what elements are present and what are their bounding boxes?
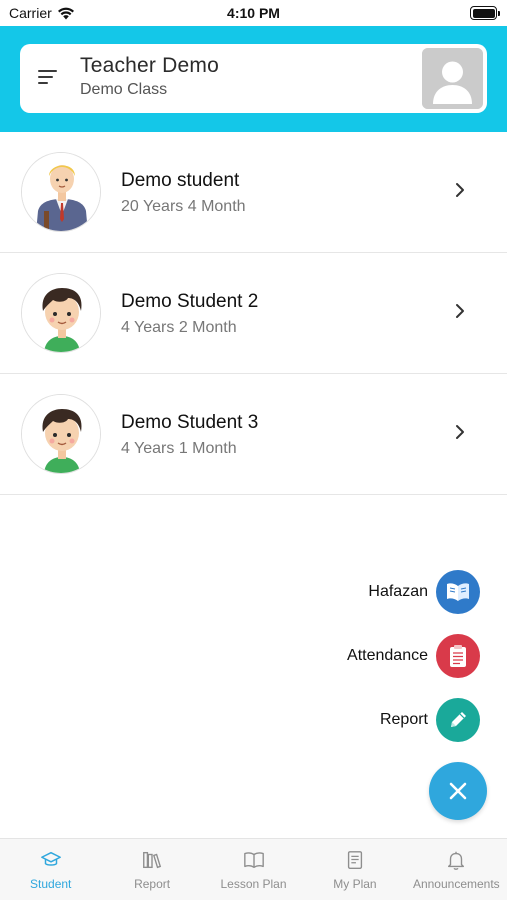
tab-lesson-plan-label: Lesson Plan [220,877,287,891]
student-age: 20 Years 4 Month [121,198,246,215]
boy-avatar-icon [22,274,100,352]
fab-hafazan-label: Hafazan [368,583,428,600]
student-age: 4 Years 2 Month [121,319,237,336]
student-name: Demo Student 3 [121,412,259,433]
student-row[interactable]: Demo Student 2 4 Years 2 Month [0,253,507,374]
pencil-icon[interactable] [436,698,480,742]
fab-report[interactable]: Report [380,698,480,742]
quran-book-icon[interactable] [436,570,480,614]
user-placeholder-icon [422,48,483,109]
clipboard-icon[interactable] [436,634,480,678]
tab-announcements[interactable]: Announcements [406,839,507,900]
student-name: Demo Student 2 [121,291,259,312]
app-header: Teacher Demo Demo Class [0,26,507,132]
fab-hafazan[interactable]: Hafazan [368,570,480,614]
tab-student[interactable]: Student [0,839,101,900]
battery-icon [470,6,500,20]
tab-report-label: Report [134,877,171,891]
bottom-tab-bar: Student Report Lesson Plan My Plan Annou… [0,838,507,900]
tab-announcements-label: Announcements [412,877,500,891]
student-avatar [21,394,101,474]
class-name: Demo Class [80,81,168,98]
teacher-name: Teacher Demo [80,54,219,77]
tab-lesson-plan[interactable]: Lesson Plan [203,839,304,900]
fab-attendance[interactable]: Attendance [347,634,480,678]
fab-report-label: Report [379,711,428,728]
chevron-right-icon [456,304,464,318]
close-icon [449,782,467,800]
open-book-icon [243,852,264,869]
status-bar: Carrier 4:10 PM [0,0,507,26]
student-row[interactable]: Demo student 20 Years 4 Month [0,132,507,253]
student-avatar [21,273,101,353]
student-list: Demo student 20 Years 4 Month Demo Stude… [0,132,507,495]
fab-close-button[interactable] [429,762,487,820]
chevron-right-icon [456,425,464,439]
tab-my-plan[interactable]: My Plan [304,839,405,900]
tab-my-plan-label: My Plan [333,877,377,891]
student-age: 4 Years 1 Month [121,440,237,457]
status-time: 4:10 PM [227,5,280,21]
student-avatar [21,152,101,232]
student-row[interactable]: Demo Student 3 4 Years 1 Month [0,374,507,495]
bell-icon [448,851,465,870]
boy-avatar-icon [22,395,100,473]
tab-student-label: Student [30,877,72,891]
notebook-icon [347,851,363,869]
teacher-avatar[interactable] [422,48,483,109]
tab-report[interactable]: Report [101,839,202,900]
chevron-right-icon [456,183,464,197]
menu-icon[interactable] [38,69,57,85]
graduation-cap-icon [40,851,61,866]
student-name: Demo student [121,170,240,191]
teacher-card: Teacher Demo Demo Class [20,44,487,113]
fab-attendance-label: Attendance [347,647,428,664]
schoolboy-avatar-icon [22,153,100,231]
books-icon [143,851,162,869]
